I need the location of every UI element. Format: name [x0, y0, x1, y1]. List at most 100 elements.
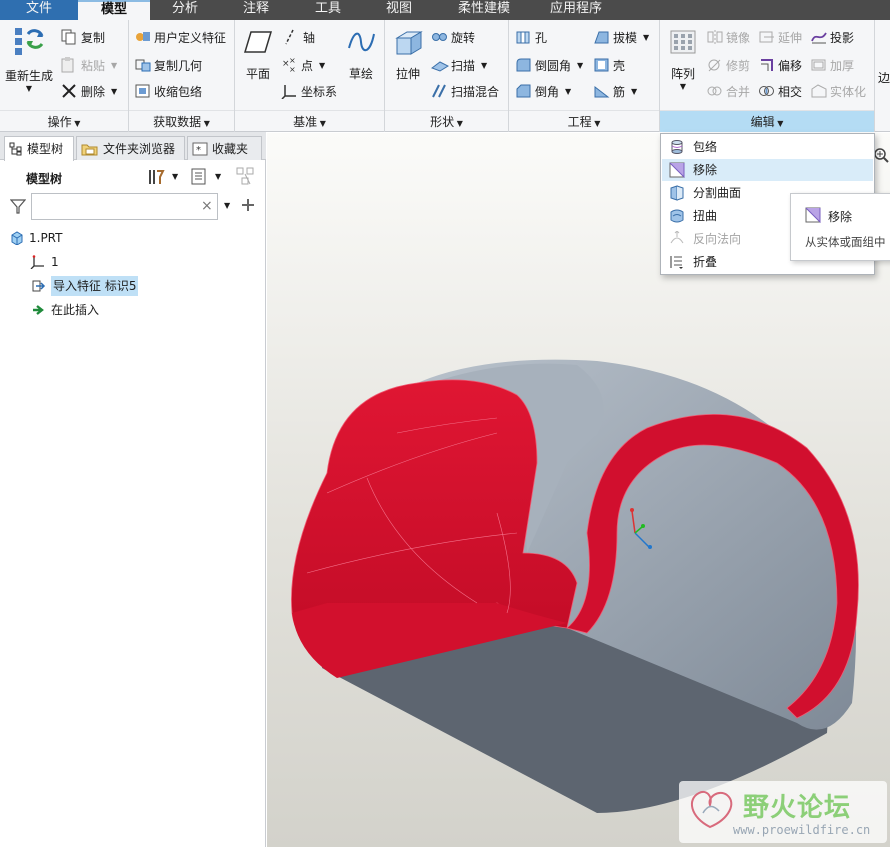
- group-label-engineering[interactable]: 工程 ▼: [509, 110, 659, 132]
- tree-columns-dropdown-icon[interactable]: ▼: [215, 172, 221, 181]
- group-label-operations[interactable]: 操作 ▼: [0, 110, 128, 132]
- mirror-button[interactable]: 镜像: [706, 26, 750, 48]
- tree-item-label: 在此插入: [51, 303, 100, 317]
- menu-item-remove[interactable]: 移除: [662, 159, 873, 181]
- group-label-shapes[interactable]: 形状 ▼: [385, 110, 508, 132]
- regenerate-dropdown-icon[interactable]: ▼: [2, 84, 56, 93]
- tab-folder-browser[interactable]: 文件夹浏览器: [76, 136, 185, 160]
- sweep-button[interactable]: 扫描 ▼: [431, 54, 487, 76]
- plane-label: 平面: [245, 67, 270, 81]
- sweep-dropdown-icon[interactable]: ▼: [481, 61, 487, 70]
- draft-dropdown-icon[interactable]: ▼: [643, 33, 649, 42]
- clear-filter-icon[interactable]: ×: [201, 198, 213, 214]
- menu-tab-applications[interactable]: 应用程序: [534, 0, 618, 20]
- swept-blend-button[interactable]: 扫描混合: [431, 80, 499, 102]
- draft-button[interactable]: 拔模 ▼: [593, 26, 649, 48]
- rib-dropdown-icon[interactable]: ▼: [631, 87, 637, 96]
- thicken-button[interactable]: 加厚: [810, 54, 854, 76]
- project-button[interactable]: 投影: [810, 26, 854, 48]
- csys-button[interactable]: 坐标系: [281, 80, 337, 102]
- trim-button[interactable]: 修剪: [706, 54, 750, 76]
- udf-button[interactable]: 用户定义特征: [134, 26, 226, 48]
- revolve-button[interactable]: 旋转: [431, 26, 475, 48]
- filter-input[interactable]: [31, 193, 218, 220]
- plane-button[interactable]: 平面: [241, 28, 275, 82]
- copy-geometry-button[interactable]: 复制几何: [134, 54, 202, 76]
- merge-button[interactable]: 合并: [706, 80, 750, 102]
- tree-filter-display-icon[interactable]: [235, 166, 257, 188]
- tree-columns-icon[interactable]: [191, 168, 207, 186]
- rib-button[interactable]: 筋 ▼: [593, 80, 637, 102]
- pattern-label: 阵列: [670, 67, 695, 81]
- menu-tab-analysis[interactable]: 分析: [150, 0, 220, 20]
- shapes-label: 形状: [430, 115, 455, 129]
- menu-tab-model[interactable]: 模型: [78, 0, 150, 20]
- sketch-icon: [348, 32, 375, 52]
- tree-settings-icon[interactable]: [147, 168, 165, 186]
- round-button[interactable]: 倒圆角 ▼: [515, 54, 583, 76]
- menu-item-remove-label: 移除: [693, 163, 718, 177]
- point-dropdown-icon[interactable]: ▼: [319, 61, 325, 70]
- pattern-button[interactable]: 阵列 ▼: [666, 28, 700, 91]
- point-button[interactable]: × × × 点 ▼: [281, 54, 325, 76]
- sweep-icon: [431, 61, 449, 72]
- tab-favorites[interactable]: * 收藏夹: [187, 136, 262, 160]
- ribbon-overflow-item[interactable]: 边: [878, 66, 890, 88]
- solidify-button[interactable]: 实体化: [810, 80, 866, 102]
- svg-text:×: ×: [289, 65, 296, 73]
- axis-button[interactable]: 轴: [281, 26, 315, 48]
- menu-item-split-surface-label: 分割曲面: [693, 186, 742, 200]
- menu-tab-file[interactable]: 文件: [0, 0, 78, 20]
- copy-button[interactable]: 复制: [60, 26, 105, 48]
- svg-text:×: ×: [289, 57, 296, 65]
- menu-tab-tools[interactable]: 工具: [292, 0, 364, 20]
- delete-dropdown-icon[interactable]: ▼: [111, 87, 117, 96]
- tree-settings-dropdown-icon[interactable]: ▼: [172, 172, 178, 181]
- group-label-datum[interactable]: 基准 ▼: [235, 110, 384, 132]
- filter-dropdown-icon[interactable]: ▼: [224, 201, 230, 210]
- pattern-dropdown-icon[interactable]: ▼: [666, 82, 700, 91]
- paste-dropdown-icon[interactable]: ▼: [111, 61, 117, 70]
- menu-item-wrap[interactable]: 包络: [662, 136, 873, 158]
- group-label-get-data[interactable]: 获取数据 ▼: [129, 110, 234, 132]
- regenerate-button[interactable]: 重新生成 ▼: [2, 26, 56, 93]
- menu-tab-flexible-modeling[interactable]: 柔性建模: [434, 0, 534, 20]
- add-icon[interactable]: [241, 198, 255, 212]
- shrinkwrap-icon: [135, 84, 150, 98]
- tree-item-insert-here[interactable]: 在此插入: [32, 300, 99, 320]
- menu-tab-view[interactable]: 视图: [364, 0, 434, 20]
- watermark: 野火论坛 www.proewildfire.cn: [679, 781, 887, 843]
- tree-item-import-feature[interactable]: 导入特征 标识5: [30, 276, 139, 296]
- hole-button[interactable]: 孔: [515, 26, 547, 48]
- tab-model-tree[interactable]: 模型树: [4, 136, 74, 161]
- paste-label: 粘贴: [81, 58, 106, 73]
- point-icon: × ××: [282, 57, 296, 73]
- intersect-button[interactable]: 相交: [758, 80, 802, 102]
- round-dropdown-icon[interactable]: ▼: [577, 61, 583, 70]
- shell-button[interactable]: 壳: [593, 54, 625, 76]
- delete-button[interactable]: 删除 ▼: [60, 80, 117, 102]
- extrude-button[interactable]: 拉伸: [391, 28, 425, 82]
- merge-label: 合并: [726, 84, 751, 99]
- intersect-label: 相交: [778, 84, 803, 99]
- group-label-editing[interactable]: 编辑 ▼: [660, 110, 874, 132]
- trim-label: 修剪: [726, 58, 751, 73]
- revolve-icon: [432, 33, 447, 41]
- tree-item-csys[interactable]: 1: [30, 252, 59, 272]
- mirror-label: 镜像: [726, 30, 751, 45]
- extend-button[interactable]: 延伸: [758, 26, 802, 48]
- menu-tab-annotate[interactable]: 注释: [220, 0, 292, 20]
- sketch-button[interactable]: 草绘: [343, 28, 379, 82]
- paste-button[interactable]: 粘贴 ▼: [60, 54, 117, 76]
- shrinkwrap-button[interactable]: 收缩包络: [134, 80, 202, 102]
- zoom-icon[interactable]: [873, 147, 889, 163]
- copy-label: 复制: [81, 30, 106, 45]
- chamfer-dropdown-icon[interactable]: ▼: [565, 87, 571, 96]
- offset-button[interactable]: 偏移: [758, 54, 802, 76]
- copy-icon: [61, 29, 76, 45]
- draft-label: 拔模: [613, 30, 638, 45]
- tree-item-part[interactable]: 1.PRT: [10, 228, 62, 248]
- forum-logo-icon: [690, 791, 733, 829]
- chamfer-button[interactable]: 倒角 ▼: [515, 80, 571, 102]
- shrinkwrap-label: 收缩包络: [154, 84, 203, 99]
